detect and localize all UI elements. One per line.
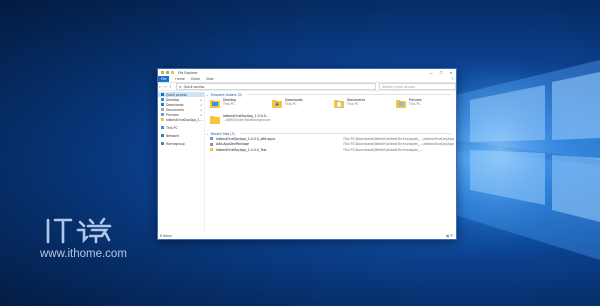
sidebar-item-label: This PC — [166, 125, 178, 130]
tab-view[interactable]: View — [206, 77, 214, 81]
address-bar-row: ← → ↑ ★ Quick access Search Quick access — [158, 83, 456, 91]
desktop-icon — [161, 98, 164, 101]
sidebar-item-label: Homegroup — [166, 141, 185, 146]
folder-location: This PC — [409, 101, 421, 106]
divider — [247, 94, 451, 95]
list-item[interactable]: IotbestOneDayApp_1.0.0.0_Test This PC\Do… — [206, 147, 454, 153]
star-icon: ★ — [178, 84, 182, 89]
status-item-count: 8 items — [160, 234, 172, 238]
sidebar-item-label: Downloads — [166, 102, 184, 107]
title-bar[interactable]: File Explorer — ☐ ✕ — [158, 69, 456, 76]
file-name: IotbestOneDayApp_1.0.0.0_x86.appx — [216, 136, 276, 141]
up-button[interactable]: ↑ — [168, 85, 173, 89]
folder-location: This PC — [347, 101, 359, 106]
pin-icon: ⊿ — [199, 97, 202, 102]
desktop-folder-icon — [210, 100, 220, 108]
folder-location: ...\AMSE\interfaceBackground — [223, 117, 271, 122]
address-path: Quick access — [183, 84, 205, 89]
recent-files-list: IotbestOneDayApp_1.0.0.0_x86.appx This P… — [206, 136, 454, 153]
file-name: Add-AppDevPackage — [216, 142, 249, 147]
maximize-button[interactable]: ☐ — [436, 69, 446, 76]
pictures-folder-icon — [396, 100, 406, 108]
ribbon-tabs: File Home Share View ? — [158, 76, 456, 83]
documents-icon — [161, 108, 164, 111]
file-path: This PC\Downloads\WebKit\IotbestTechnolo… — [343, 142, 454, 147]
sidebar-item-label: Network — [166, 133, 180, 138]
folder-tile-pictures[interactable]: Pictures This PC — [396, 98, 458, 111]
new-folder-icon[interactable] — [171, 71, 174, 74]
folder-icon — [161, 118, 164, 121]
documents-folder-icon — [334, 100, 344, 108]
chevron-down-icon: ⌄ — [206, 92, 209, 97]
minimize-button[interactable]: — — [426, 69, 436, 76]
sidebar-item-label: Pictures — [166, 112, 179, 117]
pin-icon: ⊿ — [199, 107, 202, 112]
divider — [239, 133, 451, 134]
file-path: This PC\Downloads\WebKit\IotbestTechnolo… — [343, 136, 454, 141]
file-explorer-window: File Explorer — ☐ ✕ File Home Share View… — [157, 68, 457, 240]
window-title: File Explorer — [178, 70, 198, 75]
tab-home[interactable]: Home — [175, 77, 184, 81]
sidebar-item-label: Quick access — [166, 92, 187, 97]
download-icon — [161, 103, 164, 106]
search-placeholder: Search Quick access — [382, 84, 415, 89]
file-name: IotbestOneDayApp_1.0.0.0_Test — [216, 147, 267, 152]
frequent-folders-header[interactable]: ⌄ Frequent folders (5) — [206, 92, 454, 97]
view-toggle-icons[interactable]: ▦ ☰ — [446, 234, 453, 238]
frequent-folders-grid: Desktop This PC Downloads This PC Document… — [210, 98, 454, 127]
sidebar-item-label: Desktop — [166, 97, 180, 102]
properties-icon[interactable] — [166, 71, 169, 74]
file-path: This PC\Downloads\WebKit\IotbestTechnolo… — [343, 147, 423, 152]
folder-tile-documents[interactable]: Documents This PC — [334, 98, 396, 111]
sidebar-item-label: IotbestOneDayApp_1... — [166, 117, 203, 122]
search-input[interactable]: Search Quick access — [379, 83, 456, 90]
folder-location: This PC — [285, 101, 297, 106]
pin-icon: ⊿ — [199, 112, 202, 117]
folder-tile-downloads[interactable]: Downloads This PC — [272, 98, 334, 111]
content-pane: ⌄ Frequent folders (5) Desktop This PC Do… — [206, 92, 454, 232]
ithome-logo — [46, 217, 112, 244]
help-icon[interactable]: ? — [451, 77, 453, 81]
folder-tile-app[interactable]: IotbestOneDayApp_1.0.0.0... ...\AMSE\inte… — [210, 114, 272, 127]
computer-icon — [161, 126, 164, 129]
star-icon — [161, 93, 164, 96]
address-field[interactable]: ★ Quick access — [175, 83, 377, 90]
folder-tile-desktop[interactable]: Desktop This PC — [210, 98, 272, 111]
sidebar-item-label: Documents — [166, 107, 185, 112]
sidebar-item-homegroup[interactable]: Homegroup — [158, 141, 204, 146]
tab-share[interactable]: Share — [191, 77, 200, 81]
homegroup-icon — [161, 142, 164, 145]
script-file-icon — [210, 142, 213, 146]
folder-icon — [210, 116, 220, 124]
folder-icon — [210, 148, 213, 152]
folder-location: This PC — [223, 101, 235, 106]
file-tab[interactable]: File — [158, 76, 170, 82]
chevron-down-icon: ⌄ — [206, 131, 209, 136]
folder-icon — [161, 71, 164, 74]
watermark-url: www.ithome.com — [40, 248, 127, 260]
navigation-pane: Quick access Desktop ⊿ Downloads ⊿ Docum… — [158, 92, 205, 232]
downloads-folder-icon — [272, 100, 282, 108]
pin-icon: ⊿ — [199, 102, 202, 107]
section-title: Recent files (3) — [210, 131, 235, 136]
network-icon — [161, 134, 164, 137]
app-package-icon — [210, 137, 213, 141]
close-button[interactable]: ✕ — [446, 69, 456, 76]
pictures-icon — [161, 113, 164, 116]
section-title: Frequent folders (5) — [210, 92, 243, 97]
